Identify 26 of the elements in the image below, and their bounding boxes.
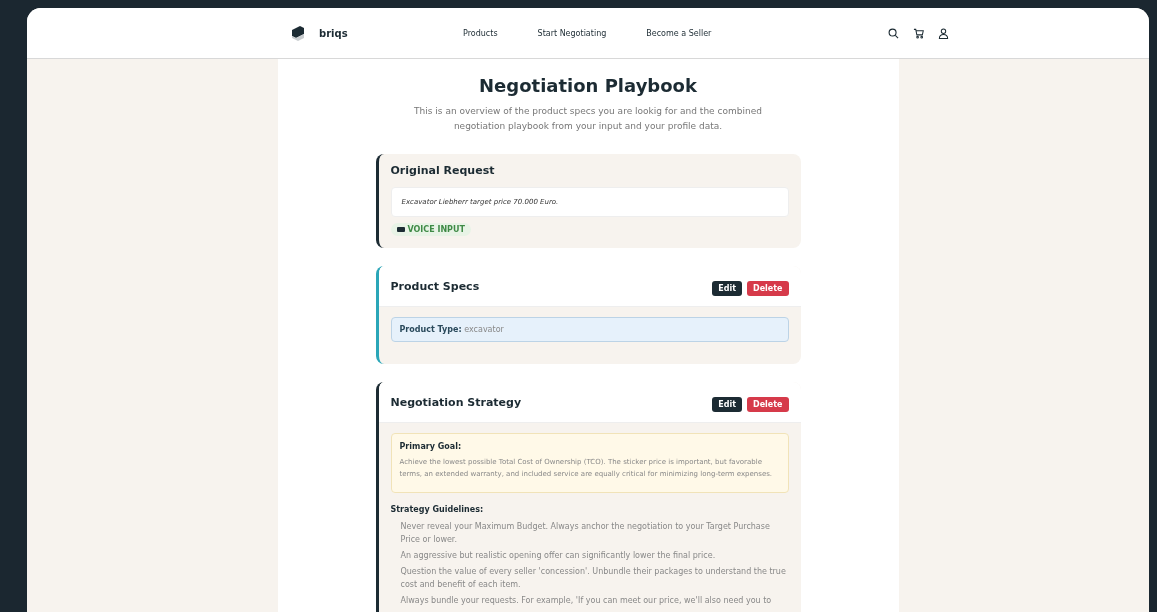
page-subtitle: This is an overview of the product specs you are lookig for and the combined negotiation playbook from your input and your profile data. <box>413 105 763 133</box>
delete-button[interactable]: Delete <box>747 281 789 296</box>
guideline-text: Question the value of every seller 'concession'. Unbundle their packages to understand the true cost and benefit of each item. <box>400 566 787 591</box>
page-title: Negotiation Playbook <box>478 75 698 96</box>
guidelines-title: Strategy Guidelines: <box>390 505 485 514</box>
nav-link[interactable]: Start Negotiating <box>537 28 607 38</box>
nav-link[interactable]: Become a Seller <box>646 28 712 38</box>
voice-input-badge: VOICE INPUT <box>390 223 471 236</box>
guideline-text: Always bundle your requests. For example, 'If you can meet our price, we'll also need you to <box>400 595 773 607</box>
guideline-text: An aggressive but realistic opening offer can significantly lower the final price. <box>400 550 717 562</box>
section-title: Product Specs <box>390 279 480 293</box>
edit-button[interactable]: Edit <box>712 281 742 296</box>
logo-icon <box>291 24 305 42</box>
product-type-text: Product Type: excavator <box>390 317 789 342</box>
goal-title: Primary Goal: <box>399 442 463 451</box>
guideline-text: Never reveal your Maximum Budget. Always anchor the negotiation to your Target Purchase Price or lower. <box>400 521 771 546</box>
keyboard-icon <box>396 227 405 232</box>
search-icon[interactable] <box>888 27 899 39</box>
brand-name: briqs <box>319 27 348 39</box>
nav-link[interactable]: Products <box>463 28 498 38</box>
user-icon[interactable] <box>938 27 949 39</box>
section-title: Negotiation Strategy <box>390 395 522 409</box>
edit-button[interactable]: Edit <box>712 397 742 412</box>
cart-icon[interactable] <box>913 27 924 39</box>
section-title: Original Request <box>390 164 495 177</box>
delete-button[interactable]: Delete <box>747 397 789 412</box>
